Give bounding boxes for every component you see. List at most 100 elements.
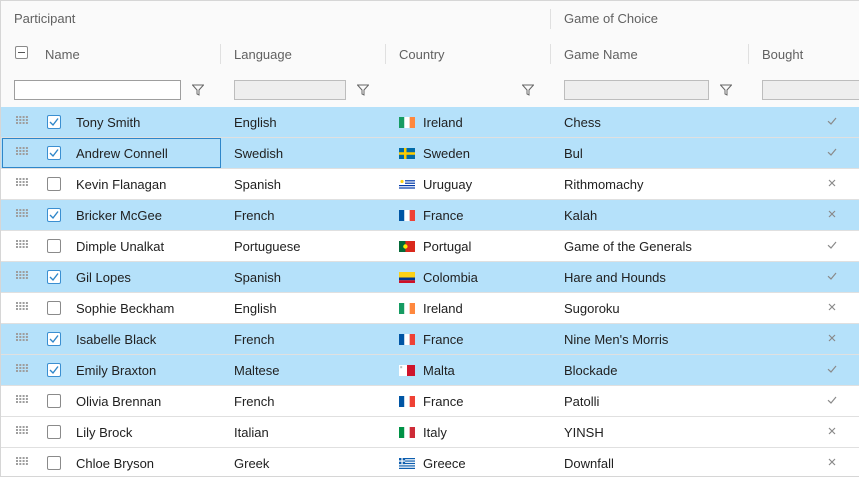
- country-cell[interactable]: Colombia: [399, 262, 544, 292]
- drag-handle-icon[interactable]: [16, 302, 28, 310]
- country-cell[interactable]: Sweden: [399, 138, 544, 168]
- band-game-of-choice[interactable]: Game of Choice: [564, 1, 854, 36]
- language-cell[interactable]: Portuguese: [234, 231, 379, 261]
- country-cell[interactable]: France: [399, 200, 544, 230]
- table-row[interactable]: Sophie Beckham English Ireland Sugoroku: [1, 293, 859, 324]
- drag-handle-icon[interactable]: [16, 271, 28, 279]
- game-name-cell[interactable]: Sugoroku: [564, 293, 744, 323]
- name-cell[interactable]: Kevin Flanagan: [76, 169, 216, 199]
- table-row[interactable]: Kevin Flanagan Spanish Uruguay Rithmomac…: [1, 169, 859, 200]
- drag-handle-icon[interactable]: [16, 395, 28, 403]
- row-select-checkbox[interactable]: [47, 456, 61, 470]
- language-cell[interactable]: Spanish: [234, 262, 379, 292]
- row-select-checkbox[interactable]: [47, 394, 61, 408]
- drag-handle-icon[interactable]: [16, 147, 28, 155]
- column-header-name[interactable]: Name: [45, 36, 215, 72]
- name-cell[interactable]: Bricker McGee: [76, 200, 216, 230]
- country-cell[interactable]: Portugal: [399, 231, 544, 261]
- language-cell[interactable]: Spanish: [234, 169, 379, 199]
- name-cell[interactable]: Andrew Connell: [76, 138, 216, 168]
- country-cell[interactable]: Ireland: [399, 293, 544, 323]
- row-select-checkbox[interactable]: [47, 270, 61, 284]
- language-cell[interactable]: French: [234, 200, 379, 230]
- column-header-country[interactable]: Country: [399, 36, 549, 72]
- column-header-game-name[interactable]: Game Name: [564, 36, 744, 72]
- game-name-cell[interactable]: Blockade: [564, 355, 744, 385]
- table-row[interactable]: Lily Brock Italian Italy YINSH: [1, 417, 859, 448]
- game-name-cell[interactable]: Rithmomachy: [564, 169, 744, 199]
- language-cell[interactable]: French: [234, 324, 379, 354]
- column-header-language[interactable]: Language: [234, 36, 384, 72]
- row-select-checkbox[interactable]: [47, 177, 61, 191]
- name-cell[interactable]: Gil Lopes: [76, 262, 216, 292]
- table-row[interactable]: Olivia Brennan French France Patolli: [1, 386, 859, 417]
- game-name-cell[interactable]: Patolli: [564, 386, 744, 416]
- table-row[interactable]: Bricker McGee French France Kalah: [1, 200, 859, 231]
- language-cell[interactable]: English: [234, 107, 379, 137]
- drag-handle-icon[interactable]: [16, 364, 28, 372]
- funnel-icon[interactable]: [357, 84, 369, 96]
- drag-handle-icon[interactable]: [16, 457, 28, 465]
- language-cell[interactable]: English: [234, 293, 379, 323]
- country-cell[interactable]: France: [399, 324, 544, 354]
- column-header-bought[interactable]: Bought: [762, 36, 852, 72]
- game-filter-input[interactable]: [564, 80, 709, 100]
- drag-handle-icon[interactable]: [16, 333, 28, 341]
- row-select-checkbox[interactable]: [47, 332, 61, 346]
- table-row[interactable]: Isabelle Black French France Nine Men's …: [1, 324, 859, 355]
- row-select-checkbox[interactable]: [47, 239, 61, 253]
- band-participant[interactable]: Participant: [14, 1, 544, 36]
- table-row[interactable]: Tony Smith English Ireland Chess: [1, 107, 859, 138]
- table-row[interactable]: Dimple Unalkat Portuguese Portugal Game …: [1, 231, 859, 262]
- game-name-cell[interactable]: Kalah: [564, 200, 744, 230]
- name-cell[interactable]: Tony Smith: [76, 107, 216, 137]
- game-name-cell[interactable]: YINSH: [564, 417, 744, 447]
- country-cell[interactable]: Uruguay: [399, 169, 544, 199]
- drag-handle-icon[interactable]: [16, 240, 28, 248]
- country-cell[interactable]: France: [399, 386, 544, 416]
- country-cell[interactable]: Malta: [399, 355, 544, 385]
- drag-handle-icon[interactable]: [16, 178, 28, 186]
- name-cell[interactable]: Lily Brock: [76, 417, 216, 447]
- name-cell[interactable]: Dimple Unalkat: [76, 231, 216, 261]
- name-cell[interactable]: Chloe Bryson: [76, 448, 216, 476]
- language-cell[interactable]: Greek: [234, 448, 379, 476]
- language-filter-input[interactable]: [234, 80, 346, 100]
- language-cell[interactable]: Swedish: [234, 138, 379, 168]
- drag-handle-icon[interactable]: [16, 116, 28, 124]
- language-cell[interactable]: Maltese: [234, 355, 379, 385]
- row-select-checkbox[interactable]: [47, 115, 61, 129]
- game-name-cell[interactable]: Bul: [564, 138, 744, 168]
- language-cell[interactable]: French: [234, 386, 379, 416]
- name-cell[interactable]: Emily Braxton: [76, 355, 216, 385]
- row-select-checkbox[interactable]: [47, 363, 61, 377]
- country-cell[interactable]: Italy: [399, 417, 544, 447]
- table-row[interactable]: Chloe Bryson Greek Greece Downfall: [1, 448, 859, 476]
- table-row[interactable]: Andrew Connell Swedish Sweden Bul: [1, 138, 859, 169]
- drag-handle-icon[interactable]: [16, 209, 28, 217]
- country-cell[interactable]: Greece: [399, 448, 544, 476]
- row-select-checkbox[interactable]: [47, 208, 61, 222]
- name-cell[interactable]: Olivia Brennan: [76, 386, 216, 416]
- row-select-checkbox[interactable]: [47, 301, 61, 315]
- country-cell[interactable]: Ireland: [399, 107, 544, 137]
- game-name-cell[interactable]: Nine Men's Morris: [564, 324, 744, 354]
- name-filter-input[interactable]: [14, 80, 181, 100]
- game-name-cell[interactable]: Hare and Hounds: [564, 262, 744, 292]
- drag-handle-icon[interactable]: [16, 426, 28, 434]
- funnel-icon[interactable]: [720, 84, 732, 96]
- table-row[interactable]: Emily Braxton Maltese Malta Blockade: [1, 355, 859, 386]
- name-cell[interactable]: Sophie Beckham: [76, 293, 216, 323]
- row-select-checkbox[interactable]: [47, 425, 61, 439]
- game-name-cell[interactable]: Chess: [564, 107, 744, 137]
- funnel-icon[interactable]: [192, 84, 204, 96]
- name-cell[interactable]: Isabelle Black: [76, 324, 216, 354]
- game-name-cell[interactable]: Game of the Generals: [564, 231, 744, 261]
- bought-filter-input[interactable]: [762, 80, 859, 100]
- table-row[interactable]: Gil Lopes Spanish Colombia Hare and Houn…: [1, 262, 859, 293]
- select-all-checkbox[interactable]: [15, 46, 28, 59]
- funnel-icon[interactable]: [522, 84, 534, 96]
- language-cell[interactable]: Italian: [234, 417, 379, 447]
- game-name-cell[interactable]: Downfall: [564, 448, 744, 476]
- row-select-checkbox[interactable]: [47, 146, 61, 160]
